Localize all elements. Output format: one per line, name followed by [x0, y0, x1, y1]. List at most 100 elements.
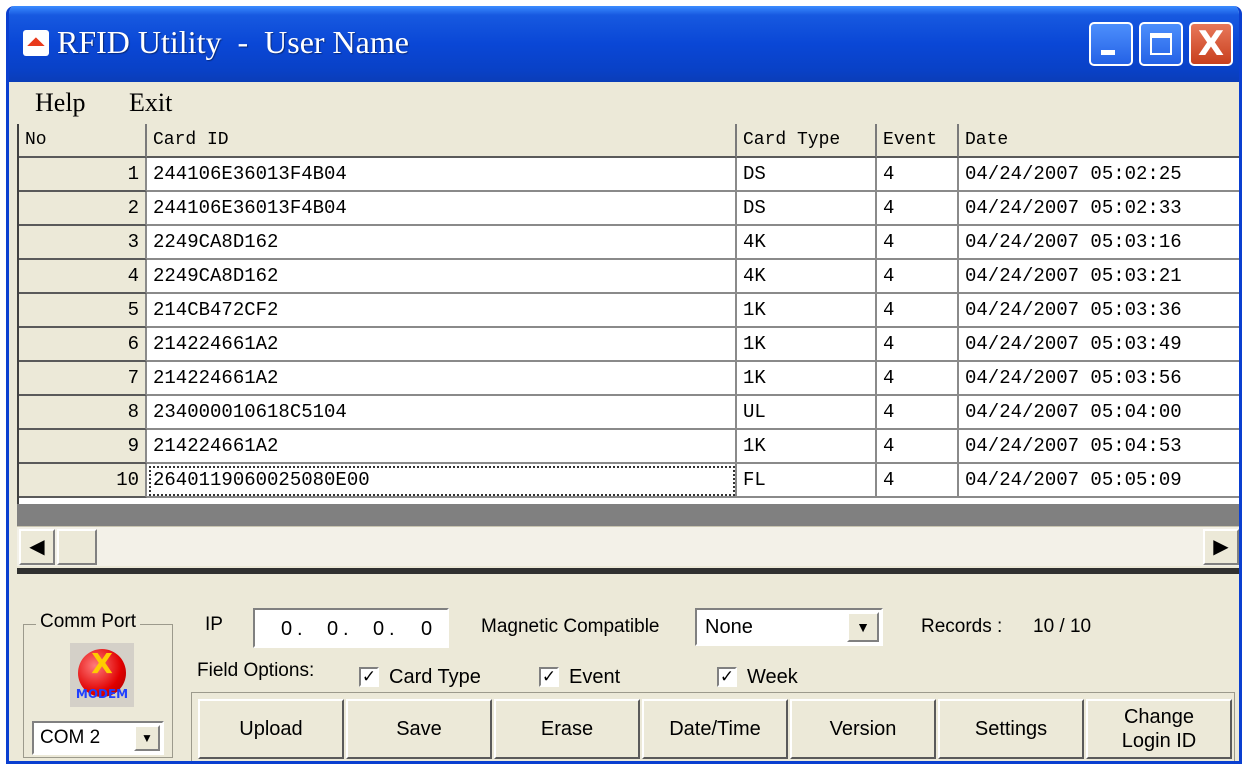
checkbox-card-type[interactable]: ✓ Card Type [359, 664, 481, 690]
column-header-no[interactable]: No [19, 124, 147, 158]
cell-card-type[interactable]: 1K [737, 362, 877, 396]
table-row[interactable]: 8 234000010618C5104 UL 4 04/24/2007 05:0… [19, 396, 1239, 430]
horizontal-scrollbar[interactable]: ◀ ▶ [17, 526, 1239, 566]
field-options-label: Field Options: [197, 660, 315, 681]
divider [17, 568, 1239, 574]
cell-event[interactable]: 4 [877, 362, 959, 396]
magnetic-compatible-value: None [705, 616, 753, 638]
ip-dot: . [297, 618, 303, 640]
checkbox-week-label: Week [747, 665, 798, 688]
cell-card-id[interactable]: 244106E36013F4B04 [147, 192, 737, 226]
ip-octet-3: 0 [373, 618, 385, 640]
cell-card-type[interactable]: 4K [737, 260, 877, 294]
scroll-right-icon[interactable]: ▶ [1203, 529, 1239, 565]
cell-event[interactable]: 4 [877, 158, 959, 192]
cell-card-id[interactable]: 2249CA8D162 [147, 226, 737, 260]
cell-event[interactable]: 4 [877, 294, 959, 328]
title-bar[interactable]: ⏶ RFID Utility - User Name X [9, 6, 1239, 82]
cell-event[interactable]: 4 [877, 260, 959, 294]
column-header-card-type[interactable]: Card Type [737, 124, 877, 158]
ip-dot: . [389, 618, 395, 640]
table-row[interactable]: 7 214224661A2 1K 4 04/24/2007 05:03:56 [19, 362, 1239, 396]
cell-card-type[interactable]: 1K [737, 328, 877, 362]
records-grid[interactable]: No Card ID Card Type Event Date 1 244106… [17, 124, 1239, 504]
checkbox-check-icon[interactable]: ✓ [359, 667, 379, 687]
cell-card-id-focused[interactable]: 2640119060025080E00 [147, 464, 737, 498]
table-row[interactable]: 2 244106E36013F4B04 DS 4 04/24/2007 05:0… [19, 192, 1239, 226]
magnetic-compatible-select[interactable]: None ▼ [695, 608, 883, 646]
cell-event[interactable]: 4 [877, 430, 959, 464]
cell-date[interactable]: 04/24/2007 05:05:09 [959, 464, 1239, 498]
checkbox-check-icon[interactable]: ✓ [717, 667, 737, 687]
comm-port-label: Comm Port [36, 611, 141, 633]
table-row[interactable]: 3 2249CA8D162 4K 4 04/24/2007 05:03:16 [19, 226, 1239, 260]
table-row[interactable]: 4 2249CA8D162 4K 4 04/24/2007 05:03:21 [19, 260, 1239, 294]
column-header-date[interactable]: Date [959, 124, 1239, 158]
cell-event[interactable]: 4 [877, 192, 959, 226]
cell-date[interactable]: 04/24/2007 05:03:16 [959, 226, 1239, 260]
app-window: ⏶ RFID Utility - User Name X Help Exit N… [6, 6, 1242, 764]
menu-help[interactable]: Help [35, 88, 86, 118]
cell-card-type[interactable]: 4K [737, 226, 877, 260]
column-header-event[interactable]: Event [877, 124, 959, 158]
com-port-select[interactable]: COM 2 ▼ [32, 721, 164, 755]
date-time-button[interactable]: Date/Time [642, 699, 788, 759]
row-number: 8 [19, 396, 147, 430]
save-button[interactable]: Save [346, 699, 492, 759]
table-row[interactable]: 1 244106E36013F4B04 DS 4 04/24/2007 05:0… [19, 158, 1239, 192]
chevron-down-icon[interactable]: ▼ [134, 725, 160, 751]
scroll-left-icon[interactable]: ◀ [19, 529, 55, 565]
checkbox-check-icon[interactable]: ✓ [539, 667, 559, 687]
settings-button[interactable]: Settings [938, 699, 1084, 759]
cell-date[interactable]: 04/24/2007 05:04:00 [959, 396, 1239, 430]
cell-date[interactable]: 04/24/2007 05:03:36 [959, 294, 1239, 328]
cell-event[interactable]: 4 [877, 328, 959, 362]
table-row[interactable]: 9 214224661A2 1K 4 04/24/2007 05:04:53 [19, 430, 1239, 464]
cell-card-id[interactable]: 244106E36013F4B04 [147, 158, 737, 192]
upload-button[interactable]: Upload [198, 699, 344, 759]
ip-octet-4: 0 [421, 618, 433, 640]
minimize-button[interactable] [1089, 22, 1133, 66]
erase-button[interactable]: Erase [494, 699, 640, 759]
cell-event[interactable]: 4 [877, 226, 959, 260]
cell-card-type[interactable]: DS [737, 158, 877, 192]
cell-date[interactable]: 04/24/2007 05:03:56 [959, 362, 1239, 396]
cell-card-id[interactable]: 214224661A2 [147, 362, 737, 396]
column-header-card-id[interactable]: Card ID [147, 124, 737, 158]
cell-date[interactable]: 04/24/2007 05:03:49 [959, 328, 1239, 362]
cell-card-id[interactable]: 214224661A2 [147, 430, 737, 464]
cell-card-id[interactable]: 2249CA8D162 [147, 260, 737, 294]
ip-address-input[interactable]: 0 . 0 . 0 . 0 [253, 608, 449, 648]
records-label: Records : [921, 616, 1003, 637]
chevron-down-icon[interactable]: ▼ [847, 612, 879, 642]
cell-card-type[interactable]: FL [737, 464, 877, 498]
close-button[interactable]: X [1189, 22, 1233, 66]
table-row[interactable]: 10 2640119060025080E00 FL 4 04/24/2007 0… [19, 464, 1239, 498]
table-row[interactable]: 5 214CB472CF2 1K 4 04/24/2007 05:03:36 [19, 294, 1239, 328]
cell-card-id[interactable]: 234000010618C5104 [147, 396, 737, 430]
cell-date[interactable]: 04/24/2007 05:02:33 [959, 192, 1239, 226]
cell-card-type[interactable]: 1K [737, 430, 877, 464]
cell-card-type[interactable]: DS [737, 192, 877, 226]
checkbox-week[interactable]: ✓ Week [717, 664, 798, 690]
cell-date[interactable]: 04/24/2007 05:03:21 [959, 260, 1239, 294]
cell-card-id[interactable]: 214CB472CF2 [147, 294, 737, 328]
version-button[interactable]: Version [790, 699, 936, 759]
cell-event[interactable]: 4 [877, 396, 959, 430]
action-button-panel: Upload Save Erase Date/Time Version Sett… [191, 692, 1235, 761]
cell-card-id[interactable]: 214224661A2 [147, 328, 737, 362]
maximize-button[interactable] [1139, 22, 1183, 66]
checkbox-event[interactable]: ✓ Event [539, 664, 620, 690]
row-number: 4 [19, 260, 147, 294]
table-row[interactable]: 6 214224661A2 1K 4 04/24/2007 05:03:49 [19, 328, 1239, 362]
cell-card-type[interactable]: 1K [737, 294, 877, 328]
cell-card-type[interactable]: UL [737, 396, 877, 430]
cell-event[interactable]: 4 [877, 464, 959, 498]
cell-date[interactable]: 04/24/2007 05:02:25 [959, 158, 1239, 192]
menu-exit[interactable]: Exit [129, 88, 172, 118]
cell-date[interactable]: 04/24/2007 05:04:53 [959, 430, 1239, 464]
change-login-id-button[interactable]: Change Login ID [1086, 699, 1232, 759]
grid-empty-area [17, 504, 1239, 526]
ip-octet-2: 0 [327, 618, 339, 640]
scroll-thumb[interactable] [57, 529, 97, 565]
